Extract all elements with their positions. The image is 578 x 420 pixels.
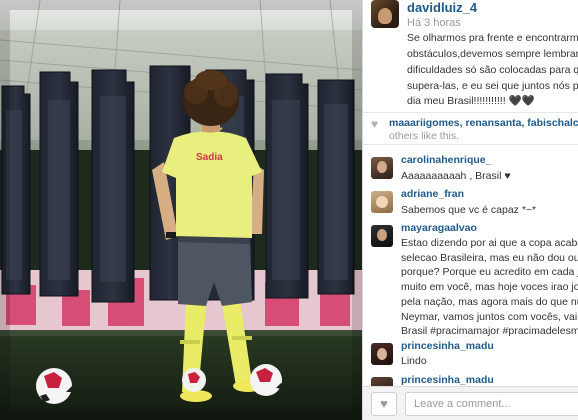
comment-item: carolinahenrique_ Aaaaaaaaaah , Brasil ♥	[363, 154, 578, 188]
caption-line: obstáculos,devemos sempre lembrar q	[407, 48, 578, 60]
commenter-username[interactable]: mayaragaalvao	[401, 222, 477, 234]
heart-icon: ♥	[380, 396, 388, 411]
photo-illustration: Sadia	[0, 0, 362, 420]
commenter-username[interactable]: adriane_fran	[401, 188, 464, 200]
comment-text: Aaaaaaaaaah , Brasil ♥	[401, 170, 511, 182]
commenter-username[interactable]: princesinha_madu	[401, 340, 494, 352]
heart-icon: ♥	[371, 117, 379, 131]
comment-item: adriane_fran Sabemos que vc é capaz *~*	[363, 188, 578, 222]
comment-text: Lindo	[401, 355, 427, 367]
comment-text: Estao dizendo por ai que a copa acaba f	[401, 237, 578, 249]
likers-names[interactable]: maaariigomes, renansanta, fabischalch	[389, 117, 578, 129]
comment-input[interactable]	[405, 392, 578, 416]
caption-line: Se olharmos pra frente e encontrarmos	[407, 32, 578, 44]
comment-text: porque? Porque eu acredito em cada jog	[401, 266, 578, 278]
commenter-avatar[interactable]	[371, 225, 393, 247]
comment-composer: ♥	[363, 386, 578, 420]
caption-line: dia meu Brasil!!!!!!!!!!! 🖤🖤	[407, 95, 535, 107]
post-header: davidluiz_4 Há 3 horas Se olharmos pra f…	[363, 0, 578, 113]
commenter-username[interactable]: carolinahenrique_	[401, 154, 491, 166]
comment-item: princesinha_madu	[363, 374, 578, 399]
author-avatar[interactable]	[371, 0, 399, 28]
commenter-avatar[interactable]	[371, 343, 393, 365]
comment-text: Sabemos que vc é capaz *~*	[401, 204, 537, 216]
post-sidebar: davidluiz_4 Há 3 horas Se olharmos pra f…	[362, 0, 578, 420]
likes-row: ♥ maaariigomes, renansanta, fabischalch …	[363, 113, 578, 145]
caption-line: dificuldades só são colocadas para qu	[407, 64, 578, 76]
commenter-avatar[interactable]	[371, 191, 393, 213]
commenter-avatar[interactable]	[371, 157, 393, 179]
like-button[interactable]: ♥	[371, 392, 397, 416]
comment-text: muito em você, mas hoje voces irao joga	[401, 281, 578, 293]
comment-item: mayaragaalvao Estao dizendo por ai que a…	[363, 222, 578, 340]
post-photo: Sadia	[0, 0, 362, 420]
comment-text: selecao Brasileira, mas eu não dou ouvi	[401, 252, 578, 264]
commenter-username[interactable]: princesinha_madu	[401, 374, 494, 386]
author-username[interactable]: davidluiz_4	[407, 0, 477, 15]
comment-text: pela nação, mas agora mais do que nun	[401, 296, 578, 308]
comment-text: Brasil #pracimamajor #pracimadelesmajo	[401, 325, 578, 337]
comment-item: princesinha_madu Lindo	[363, 340, 578, 372]
likers-suffix: others like this.	[389, 130, 460, 142]
comment-text: Neymar, vamos juntos com vocês, vai qu	[401, 311, 578, 323]
caption-line: supera-las, e eu sei que juntos nós po	[407, 80, 578, 92]
shirt-sponsor-logo: Sadia	[196, 152, 223, 163]
post-timestamp: Há 3 horas	[407, 17, 461, 29]
